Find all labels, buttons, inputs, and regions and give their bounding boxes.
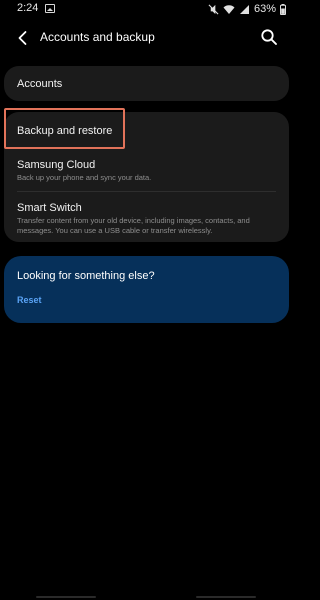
image-icon	[45, 4, 55, 13]
status-time: 2:24	[17, 2, 39, 14]
status-bar: 2:24 63%	[0, 0, 292, 18]
suggestion-card: Looking for something else? Reset	[4, 256, 289, 323]
app-header: Accounts and backup	[0, 20, 292, 56]
battery-percent: 63%	[253, 3, 276, 15]
reset-link[interactable]: Reset	[17, 295, 42, 305]
status-icons: 63%	[208, 2, 286, 16]
samsung-cloud-label: Samsung Cloud	[17, 159, 96, 171]
suggestion-title: Looking for something else?	[17, 270, 155, 282]
accounts-label: Accounts	[17, 78, 63, 90]
mute-icon	[208, 4, 219, 14]
battery-icon	[280, 3, 286, 15]
page-title: Accounts and backup	[40, 30, 155, 44]
samsung-cloud-item[interactable]: Samsung Cloud Back up your phone and syn…	[4, 150, 289, 188]
samsung-cloud-description: Back up your phone and sync your data.	[17, 173, 152, 182]
nav-indicator	[36, 596, 96, 598]
smart-switch-item[interactable]: Smart Switch Transfer content from your …	[4, 192, 289, 240]
nav-indicator	[196, 596, 256, 598]
search-icon[interactable]	[260, 28, 278, 46]
chevron-left-icon[interactable]	[14, 29, 32, 47]
smart-switch-label: Smart Switch	[17, 202, 82, 214]
wifi-icon	[223, 4, 235, 14]
accounts-card[interactable]: Accounts	[4, 66, 289, 101]
signal-icon	[239, 4, 249, 14]
highlight-box	[4, 108, 125, 149]
smart-switch-description: Transfer content from your old device, i…	[17, 216, 250, 235]
